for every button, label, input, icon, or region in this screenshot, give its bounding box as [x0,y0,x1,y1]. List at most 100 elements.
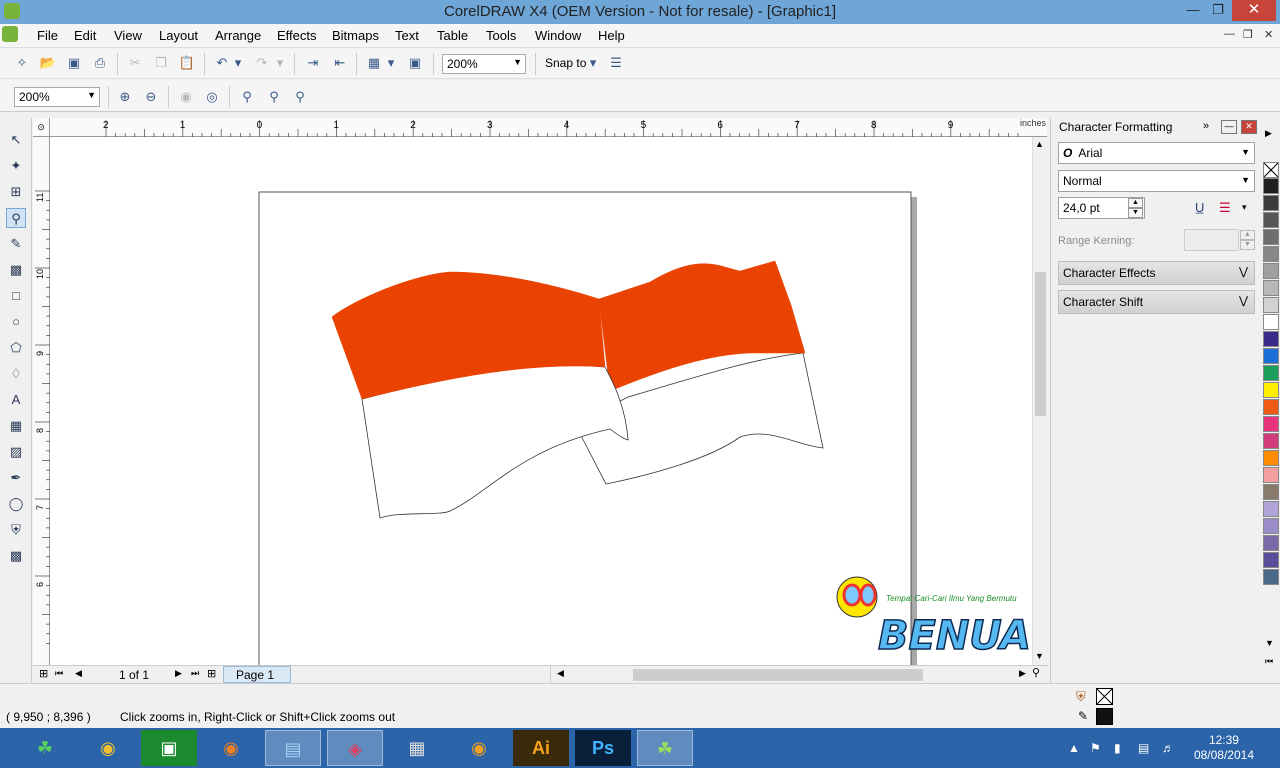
menu-bitmaps[interactable]: Bitmaps [332,28,379,43]
color-swatch[interactable] [1263,280,1279,296]
maximize-button[interactable]: ❐ [1203,0,1233,22]
no-fill-swatch[interactable] [1263,162,1279,178]
fill-icon[interactable]: ⛨ [1076,689,1086,705]
open-folder-icon[interactable]: 📂 [38,53,58,73]
docker-close-icon[interactable]: ✕ [1241,120,1257,134]
rectangle-tool-icon[interactable]: □ [6,286,26,306]
color-swatch[interactable] [1263,450,1279,466]
interactive-fill-tool-icon[interactable]: ▩ [6,546,26,566]
illustrator-taskbar-icon[interactable]: Ai [513,730,569,766]
color-swatch[interactable] [1263,348,1279,364]
palette-scroll-down-icon[interactable]: ▼ [1265,638,1274,648]
cut-icon[interactable]: ✂ [125,53,145,73]
pick-tool-icon[interactable]: ↖ [6,130,26,150]
menu-text[interactable]: Text [395,28,419,43]
network-icon[interactable]: ▤ [1138,741,1149,755]
color-swatch[interactable] [1263,518,1279,534]
menu-layout[interactable]: Layout [159,28,198,43]
vertical-scrollbar[interactable]: ▲ ▼ [1032,137,1047,665]
welcome-screen-icon[interactable]: ▣ [405,53,425,73]
color-swatch[interactable] [1263,246,1279,262]
color-swatch[interactable] [1263,569,1279,585]
zoom-page-height-icon[interactable]: ⚲ [290,87,310,107]
character-shift-section[interactable]: Character Shift ⋁ [1058,290,1255,314]
ruler-origin-icon[interactable]: ⊙ [33,118,50,137]
range-kerning-field[interactable] [1184,229,1239,251]
shape-tool-icon[interactable]: ✦ [6,156,26,176]
close-button[interactable]: ✕ [1232,0,1276,21]
size-up-icon[interactable]: ▲ [1128,198,1143,208]
fill-none-swatch[interactable] [1096,688,1113,705]
outline-tool-icon[interactable]: ◯ [6,494,26,514]
color-swatch[interactable] [1263,399,1279,415]
scroll-up-icon[interactable]: ▲ [1035,139,1044,149]
zoom-page-icon[interactable]: ⚲ [237,87,257,107]
splitter[interactable] [550,666,551,683]
copy-icon[interactable]: ❐ [151,53,171,73]
action-center-icon[interactable]: ⚑ [1090,741,1101,755]
palette-scroll-up-icon[interactable]: ▶ [1265,128,1272,139]
options-icon[interactable]: ☰ [606,53,626,73]
launcher-dropdown-icon[interactable]: ▾ [385,53,397,73]
color-swatch[interactable] [1263,552,1279,568]
color-swatch[interactable] [1263,263,1279,279]
paste-icon[interactable]: 📋 [177,53,197,73]
text-tool-icon[interactable]: A [6,390,26,410]
redo-dropdown-icon[interactable]: ▾ [274,53,286,73]
menu-arrange[interactable]: Arrange [215,28,261,43]
application-launcher-icon[interactable]: ▦ [364,53,384,73]
table-tool-icon[interactable]: ▦ [6,416,26,436]
menu-view[interactable]: View [114,28,142,43]
color-swatch[interactable] [1263,297,1279,313]
scroll-right-icon[interactable]: ▶ [1019,668,1026,679]
color-swatch[interactable] [1263,467,1279,483]
notes-taskbar-icon[interactable]: ▤ [265,730,321,766]
drawing-canvas[interactable]: Tempat Cari-Cari Ilmu Yang Bermutu BENUA… [50,137,1032,665]
save-icon[interactable]: ▣ [64,53,84,73]
next-page-icon[interactable]: ▶ [175,668,182,679]
page-tab[interactable]: Page 1 [223,666,291,683]
color-swatch[interactable] [1263,365,1279,381]
undo-icon[interactable]: ↶ [212,53,232,73]
add-page-before-icon[interactable]: ⊞ [39,667,48,680]
chevron-down-icon[interactable]: ▾ [1242,202,1247,213]
menu-edit[interactable]: Edit [74,28,96,43]
start-button[interactable]: ☘ [17,730,73,766]
color-swatch[interactable] [1263,314,1279,330]
snap-to-button[interactable]: Snap to [545,56,586,70]
kerning-down-icon[interactable]: ▼ [1240,240,1255,250]
first-page-icon[interactable]: ⏮ [55,668,63,679]
snipping-tool-taskbar-icon[interactable]: ◈ [327,730,383,766]
chrome-taskbar-icon[interactable]: ◉ [80,730,136,766]
polygon-tool-icon[interactable]: ⬠ [6,338,26,358]
redo-icon[interactable]: ↷ [252,53,272,73]
smart-fill-tool-icon[interactable]: ▩ [6,260,26,280]
menu-window[interactable]: Window [535,28,581,43]
previous-page-icon[interactable]: ◀ [75,668,82,679]
menu-help[interactable]: Help [598,28,625,43]
new-document-icon[interactable]: ✧ [12,53,32,73]
size-down-icon[interactable]: ▼ [1128,208,1143,218]
volume-icon[interactable]: ♬ [1162,741,1174,755]
font-family-select[interactable]: O Arial ▼ [1058,142,1255,164]
menu-tools[interactable]: Tools [486,28,516,43]
basic-shapes-tool-icon[interactable]: ♢ [6,364,26,384]
photoshop-taskbar-icon[interactable]: Ps [575,730,631,766]
zoom-selected-icon[interactable]: ◉ [176,87,196,107]
last-page-icon[interactable]: ⏭ [191,668,199,679]
zoom-all-objects-icon[interactable]: ◎ [202,87,222,107]
kerning-up-icon[interactable]: ▲ [1240,230,1255,240]
system-clock[interactable]: 12:39 08/08/2014 [1194,733,1254,763]
color-swatch[interactable] [1263,535,1279,551]
zoom-tool-icon[interactable]: ⚲ [6,208,26,228]
zoom-in-icon[interactable]: ⊕ [115,87,135,107]
scroll-left-icon[interactable]: ◀ [557,668,564,679]
doc-restore-icon[interactable]: ❐ [1243,28,1253,41]
undo-dropdown-icon[interactable]: ▾ [232,53,244,73]
doc-minimize-icon[interactable]: — [1224,28,1235,40]
menu-effects[interactable]: Effects [277,28,317,43]
interactive-blend-tool-icon[interactable]: ▨ [6,442,26,462]
ellipse-tool-icon[interactable]: ○ [6,312,26,332]
horizontal-scroll-thumb[interactable] [633,669,923,681]
coreldraw-taskbar-icon[interactable]: ☘ [637,730,693,766]
